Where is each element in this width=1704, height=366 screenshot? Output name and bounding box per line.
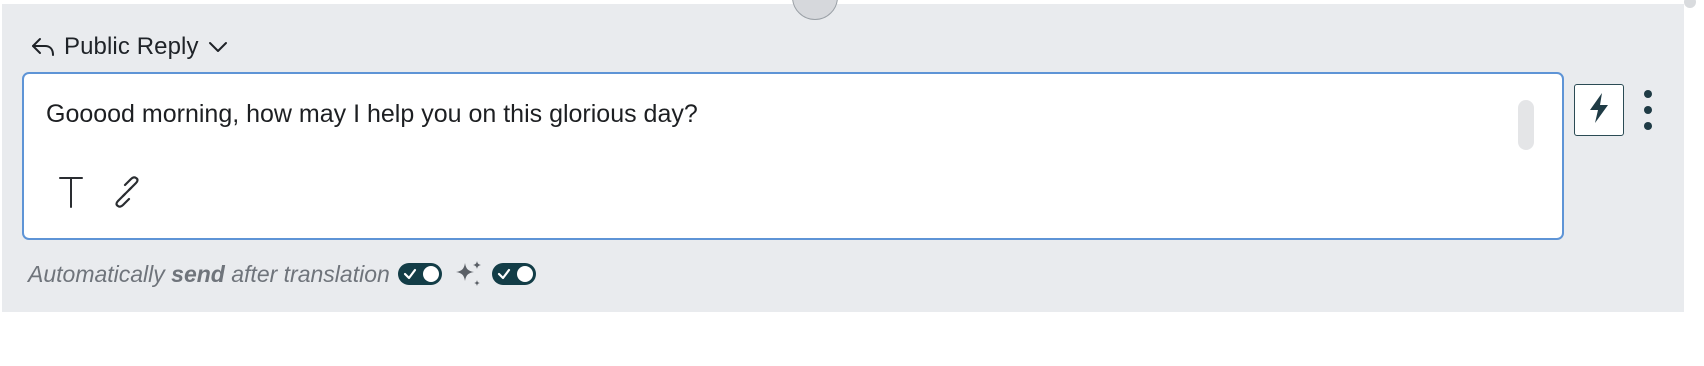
auto-send-emphasis: send bbox=[171, 260, 225, 287]
vertical-ellipsis-icon bbox=[1644, 90, 1652, 98]
more-options-button[interactable] bbox=[1638, 88, 1658, 132]
text-format-icon bbox=[58, 175, 84, 214]
toggle-knob bbox=[516, 266, 533, 282]
lightning-bolt-icon bbox=[1586, 91, 1612, 130]
reply-editor[interactable]: Gooood morning, how may I help you on th… bbox=[22, 72, 1564, 240]
composer-panel: Public Reply Gooood morning, how may I h… bbox=[2, 0, 1696, 312]
insert-link-button[interactable] bbox=[110, 174, 144, 214]
editor-toolbar bbox=[54, 174, 144, 214]
toggle-knob bbox=[422, 266, 439, 282]
editor-scrollbar[interactable] bbox=[1518, 100, 1534, 150]
sparkle-icon bbox=[454, 259, 484, 289]
chevron-down-icon bbox=[207, 40, 229, 54]
auto-send-toggle[interactable] bbox=[397, 263, 442, 285]
ellipsis-dot bbox=[1644, 122, 1652, 130]
reply-arrow-icon bbox=[30, 36, 56, 58]
check-icon bbox=[403, 268, 416, 280]
check-icon bbox=[497, 268, 510, 280]
text-format-button[interactable] bbox=[54, 174, 88, 214]
auto-send-prefix: Automatically bbox=[28, 260, 165, 287]
corner-indicator bbox=[1684, 0, 1696, 8]
reply-mode-label: Public Reply bbox=[64, 33, 199, 60]
translation-footer: Automatically send after translation bbox=[28, 259, 536, 289]
apply-macro-button[interactable] bbox=[1574, 84, 1624, 136]
ellipsis-dot bbox=[1644, 106, 1652, 114]
auto-send-suffix: after translation bbox=[231, 260, 390, 287]
resize-handle[interactable] bbox=[792, 0, 838, 20]
reply-mode-dropdown[interactable]: Public Reply bbox=[30, 30, 229, 64]
reply-text[interactable]: Gooood morning, how may I help you on th… bbox=[46, 100, 698, 129]
link-icon bbox=[110, 175, 144, 214]
auto-send-label: Automatically send after translation bbox=[28, 261, 390, 288]
ai-assist-toggle[interactable] bbox=[491, 263, 536, 285]
